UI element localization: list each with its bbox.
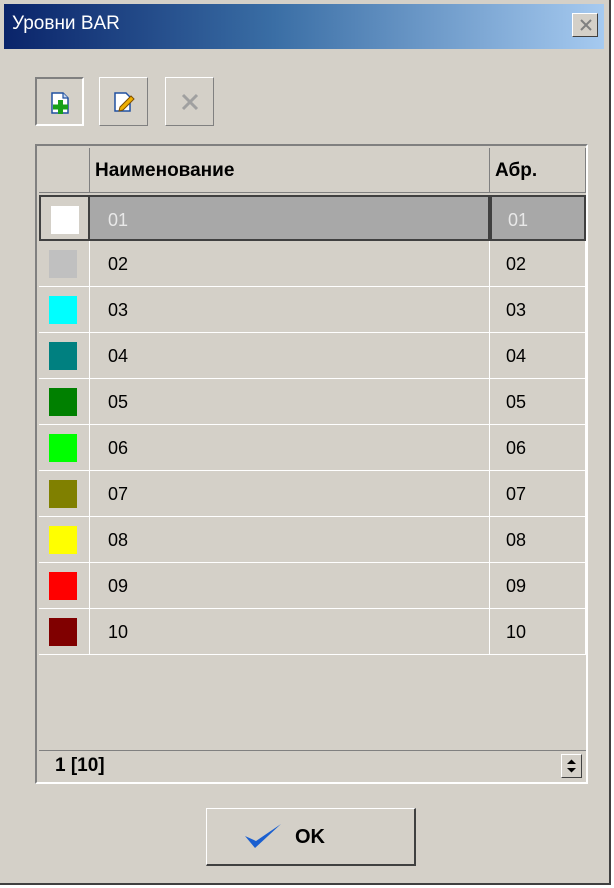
color-swatch bbox=[49, 388, 77, 416]
name-cell[interactable]: 01 bbox=[90, 195, 490, 241]
color-swatch bbox=[49, 296, 77, 324]
abbr-cell[interactable]: 04 bbox=[490, 333, 586, 379]
name-text: 03 bbox=[108, 300, 129, 320]
color-swatch bbox=[49, 526, 77, 554]
column-header-name[interactable]: Наименование bbox=[90, 148, 490, 193]
ok-label: OK bbox=[295, 826, 325, 848]
abbr-cell[interactable]: 07 bbox=[490, 471, 586, 517]
abbr-text: 06 bbox=[506, 438, 527, 458]
name-cell[interactable]: 08 bbox=[90, 517, 490, 563]
table-row[interactable]: 08 08 bbox=[39, 517, 586, 563]
name-text: 10 bbox=[108, 622, 129, 642]
add-button[interactable] bbox=[35, 77, 84, 126]
ok-button[interactable]: OK bbox=[206, 808, 416, 866]
name-cell[interactable]: 10 bbox=[90, 609, 490, 655]
color-cell[interactable] bbox=[39, 471, 90, 517]
dialog-window: Уровни BAR Наименование Абр. 01 01 02 02… bbox=[0, 0, 611, 885]
table-row[interactable]: 06 06 bbox=[39, 425, 586, 471]
close-icon bbox=[580, 19, 592, 31]
abbr-text: 04 bbox=[506, 346, 527, 366]
color-cell[interactable] bbox=[39, 379, 90, 425]
record-counter: 1 [10] bbox=[55, 755, 105, 776]
color-cell[interactable] bbox=[39, 563, 90, 609]
column-header-abbr[interactable]: Абр. bbox=[490, 148, 586, 193]
name-cell[interactable]: 09 bbox=[90, 563, 490, 609]
abbr-text: 07 bbox=[506, 484, 527, 504]
delete-x-icon bbox=[181, 93, 199, 111]
levels-grid[interactable]: Наименование Абр. 01 01 02 02 03 03 04 04 05 05 06… bbox=[35, 144, 588, 784]
delete-button[interactable] bbox=[165, 77, 214, 126]
color-swatch bbox=[49, 480, 77, 508]
name-text: 05 bbox=[108, 392, 129, 412]
record-status-bar: 1 [10] bbox=[39, 750, 586, 781]
checkmark-icon bbox=[245, 824, 281, 848]
name-text: 09 bbox=[108, 576, 129, 596]
color-swatch bbox=[51, 206, 79, 234]
color-cell[interactable] bbox=[39, 287, 90, 333]
color-swatch bbox=[49, 250, 77, 278]
document-edit-icon bbox=[114, 92, 135, 112]
color-cell[interactable] bbox=[39, 195, 90, 241]
color-cell[interactable] bbox=[39, 241, 90, 287]
abbr-text: 08 bbox=[506, 530, 527, 550]
document-add-icon bbox=[51, 92, 69, 114]
window-title: Уровни BAR bbox=[12, 13, 120, 34]
abbr-cell[interactable]: 02 bbox=[490, 241, 586, 287]
color-cell[interactable] bbox=[39, 425, 90, 471]
column-header-color[interactable] bbox=[39, 148, 90, 193]
name-cell[interactable]: 04 bbox=[90, 333, 490, 379]
table-row[interactable]: 10 10 bbox=[39, 609, 586, 655]
title-bar[interactable]: Уровни BAR bbox=[4, 4, 604, 49]
name-text: 06 bbox=[108, 438, 129, 458]
up-down-arrows-icon bbox=[567, 759, 576, 773]
edit-button[interactable] bbox=[99, 77, 148, 126]
abbr-cell[interactable]: 06 bbox=[490, 425, 586, 471]
name-text: 07 bbox=[108, 484, 129, 504]
color-swatch bbox=[49, 618, 77, 646]
table-row[interactable]: 05 05 bbox=[39, 379, 586, 425]
color-cell[interactable] bbox=[39, 609, 90, 655]
abbr-text: 10 bbox=[506, 622, 527, 642]
table-row[interactable]: 01 01 bbox=[39, 195, 586, 241]
name-cell[interactable]: 05 bbox=[90, 379, 490, 425]
abbr-cell[interactable]: 05 bbox=[490, 379, 586, 425]
abbr-text: 02 bbox=[506, 254, 527, 274]
scroll-spinner[interactable] bbox=[561, 754, 582, 778]
abbr-cell[interactable]: 08 bbox=[490, 517, 586, 563]
table-row[interactable]: 09 09 bbox=[39, 563, 586, 609]
abbr-cell[interactable]: 03 bbox=[490, 287, 586, 333]
name-cell[interactable]: 02 bbox=[90, 241, 490, 287]
color-cell[interactable] bbox=[39, 333, 90, 379]
name-text: 08 bbox=[108, 530, 129, 550]
abbr-text: 09 bbox=[506, 576, 527, 596]
name-text: 04 bbox=[108, 346, 129, 366]
color-swatch bbox=[49, 434, 77, 462]
color-swatch bbox=[49, 342, 77, 370]
table-row[interactable]: 02 02 bbox=[39, 241, 586, 287]
name-text: 02 bbox=[108, 254, 129, 274]
name-cell[interactable]: 07 bbox=[90, 471, 490, 517]
abbr-text: 01 bbox=[508, 210, 529, 230]
abbr-text: 05 bbox=[506, 392, 527, 412]
abbr-text: 03 bbox=[506, 300, 527, 320]
name-text: 01 bbox=[108, 210, 129, 230]
color-cell[interactable] bbox=[39, 517, 90, 563]
color-swatch bbox=[49, 572, 77, 600]
name-cell[interactable]: 03 bbox=[90, 287, 490, 333]
name-cell[interactable]: 06 bbox=[90, 425, 490, 471]
abbr-cell[interactable]: 01 bbox=[490, 195, 586, 241]
table-row[interactable]: 07 07 bbox=[39, 471, 586, 517]
close-button[interactable] bbox=[572, 13, 598, 37]
abbr-cell[interactable]: 09 bbox=[490, 563, 586, 609]
table-row[interactable]: 03 03 bbox=[39, 287, 586, 333]
abbr-cell[interactable]: 10 bbox=[490, 609, 586, 655]
table-row[interactable]: 04 04 bbox=[39, 333, 586, 379]
